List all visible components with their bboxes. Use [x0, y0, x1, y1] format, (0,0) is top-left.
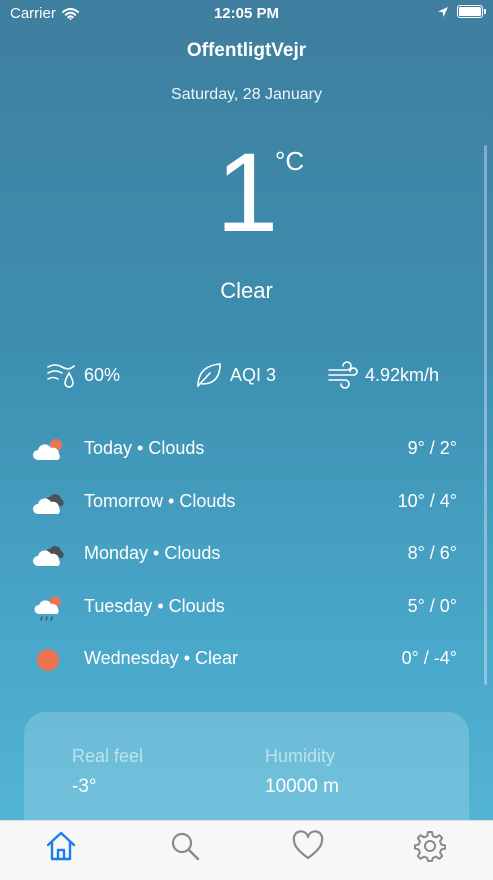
- forecast-row[interactable]: Wednesday • Clear 0° / -4°: [0, 638, 493, 691]
- wind-icon: [328, 361, 358, 389]
- scrollbar[interactable]: [484, 145, 487, 685]
- wind-value: 4.92km/h: [365, 364, 440, 385]
- forecast-range: 9° / 2°: [407, 438, 457, 458]
- forecast-row[interactable]: Today • Clouds 9° / 2°: [0, 428, 493, 481]
- location-arrow-icon: [438, 6, 448, 17]
- sun-icon: [37, 649, 59, 671]
- forecast-row[interactable]: Monday • Clouds 8° / 6°: [0, 533, 493, 586]
- forecast-label: Today • Clouds: [84, 438, 205, 458]
- cloudy-icon: [33, 493, 64, 514]
- temperature-value: 1: [216, 130, 279, 255]
- forecast-label: Monday • Clouds: [84, 543, 221, 563]
- real-feel-value: -3°: [72, 776, 97, 797]
- battery-icon: [457, 5, 486, 18]
- forecast-range: 8° / 6°: [407, 543, 457, 563]
- humidity-icon: [47, 364, 75, 388]
- forecast-label: Tomorrow • Clouds: [84, 490, 236, 511]
- forecast-row[interactable]: Tuesday • Clouds 5° / 0°: [0, 586, 493, 639]
- wind-stat: 4.92km/h: [327, 360, 439, 390]
- real-feel-label: Real feel: [72, 746, 144, 766]
- app-title: OffentligtVejr: [186, 40, 307, 61]
- forecast-label: Wednesday • Clear: [84, 648, 239, 668]
- forecast-range: 0° / -4°: [401, 648, 457, 668]
- status-bar: Carrier 12:05 PM: [0, 0, 493, 28]
- leaf-icon: [197, 363, 221, 387]
- gear-icon[interactable]: [413, 829, 447, 863]
- weather-stats: 60% AQI 3 4.92km/h: [0, 360, 493, 396]
- humidity-detail-value: 10000 m: [265, 776, 339, 797]
- humidity-label: Humidity: [265, 746, 336, 766]
- current-condition: Clear: [220, 278, 273, 303]
- forecast-range: 5° / 0°: [407, 595, 457, 616]
- home-icon[interactable]: [44, 829, 78, 863]
- tab-bar: [0, 820, 493, 880]
- cloud-sun-icon: [33, 439, 62, 460]
- humidity-value: 60%: [84, 364, 121, 385]
- aqi-value: AQI 3: [230, 364, 277, 385]
- aqi-stat: AQI 3: [194, 360, 276, 390]
- search-icon[interactable]: [168, 829, 202, 863]
- forecast-label: Tuesday • Clouds: [84, 595, 225, 616]
- forecast-range: 10° / 4°: [397, 490, 457, 511]
- forecast-row[interactable]: Tomorrow • Clouds 10° / 4°: [0, 481, 493, 534]
- heart-icon[interactable]: [291, 829, 325, 863]
- current-date: Saturday, 28 January: [171, 86, 322, 103]
- humidity-stat: 60%: [46, 360, 120, 390]
- forecast-list: Today • Clouds 9° / 2° Tomorrow • Clouds…: [0, 428, 493, 691]
- temperature-unit: °C: [275, 146, 305, 176]
- current-temperature: 1 °C: [0, 128, 493, 258]
- clock: 12:05 PM: [213, 5, 280, 22]
- rain-sun-icon: [34, 596, 61, 621]
- cloudy-icon: [33, 546, 64, 566]
